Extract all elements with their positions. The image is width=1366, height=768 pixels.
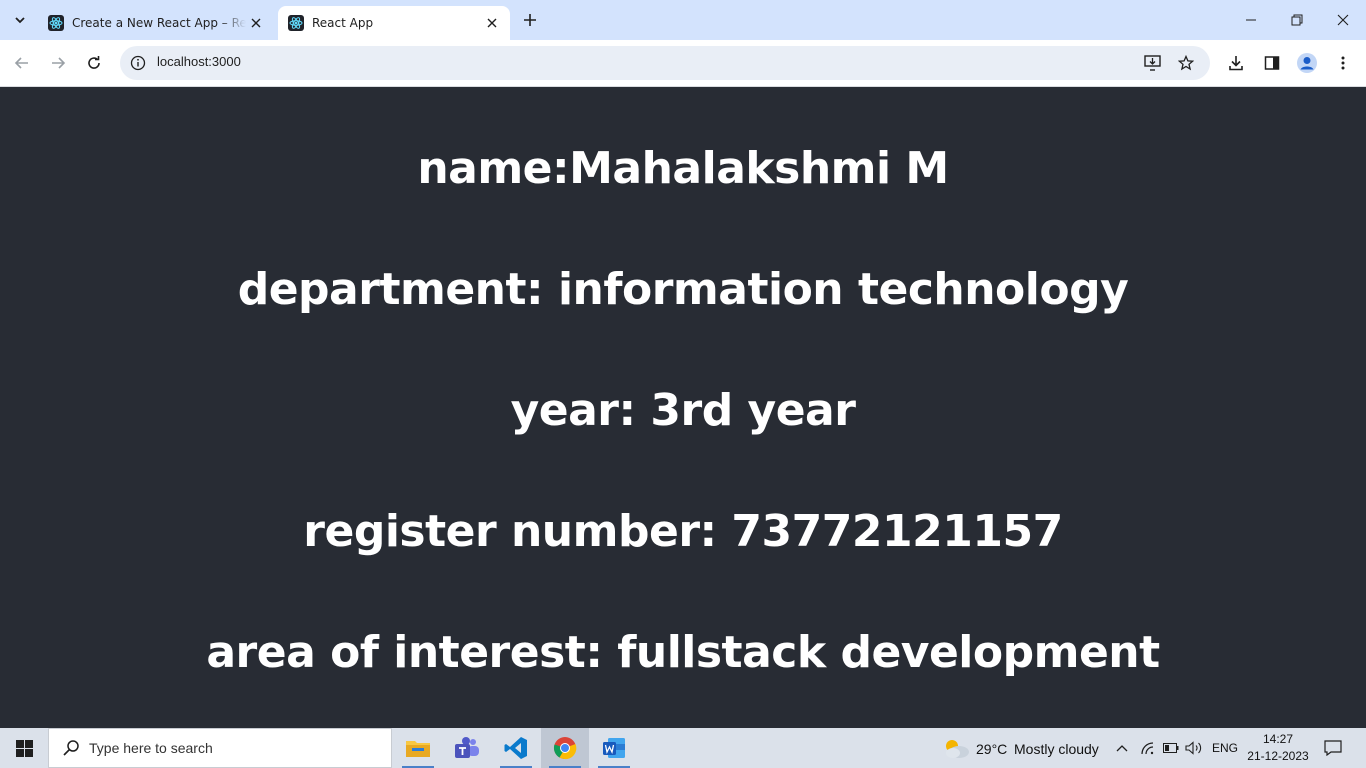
close-window-button[interactable]: [1320, 0, 1366, 40]
battery-icon: [1163, 743, 1179, 753]
wifi-icon: [1141, 742, 1154, 755]
notifications-button[interactable]: [1320, 736, 1346, 760]
department-heading: department: information technology: [237, 264, 1129, 315]
chrome-icon: [553, 737, 577, 760]
taskbar-teams[interactable]: [443, 728, 491, 768]
start-button[interactable]: [0, 728, 48, 768]
reload-button[interactable]: [79, 48, 109, 78]
speaker-icon: [1185, 741, 1202, 755]
more-vert-icon: [1341, 56, 1345, 70]
side-panel-icon: [1264, 56, 1280, 70]
menu-button[interactable]: [1328, 48, 1358, 78]
area-of-interest-heading: area of interest: fullstack development: [206, 627, 1160, 678]
language-indicator[interactable]: ENG: [1212, 741, 1238, 755]
teams-icon: [455, 737, 479, 758]
register-number-heading: register number: 73772121157: [303, 506, 1063, 557]
avatar-icon: [1297, 53, 1317, 73]
restore-icon: [1291, 14, 1303, 26]
close-icon[interactable]: [482, 13, 502, 33]
vscode-icon: [504, 737, 527, 759]
search-placeholder: Type here to search: [89, 740, 213, 756]
show-hidden-icons-button[interactable]: [1112, 738, 1132, 758]
weather-temperature: 29°C: [976, 741, 1008, 757]
taskbar-vscode[interactable]: [492, 728, 540, 768]
name-heading: name:Mahalakshmi M: [417, 143, 949, 194]
year-heading: year: 3rd year: [510, 385, 856, 436]
chevron-up-icon: [1116, 745, 1128, 752]
taskbar-file-explorer[interactable]: [394, 728, 442, 768]
minimize-button[interactable]: [1228, 0, 1274, 40]
tab-title: React App: [312, 16, 374, 30]
taskbar-search-box[interactable]: Type here to search: [48, 728, 392, 768]
tab-create-react-app[interactable]: Create a New React App – React: [38, 6, 274, 40]
arrow-left-icon: [14, 57, 28, 69]
volume-button[interactable]: [1184, 738, 1204, 758]
weather-description: Mostly cloudy: [1014, 741, 1099, 757]
react-logo-icon: [288, 15, 304, 31]
profile-button[interactable]: [1292, 48, 1322, 78]
word-icon: [603, 738, 625, 758]
tab-react-app[interactable]: React App: [278, 6, 510, 40]
taskbar-chrome[interactable]: [541, 728, 589, 768]
tab-strip: Create a New React App – React React App: [0, 0, 1366, 40]
bookmark-star-icon[interactable]: [1175, 52, 1197, 74]
arrow-right-icon: [52, 57, 66, 69]
taskbar: Type here to search 29°C Mostly cloudy E…: [0, 728, 1366, 768]
new-tab-button[interactable]: [518, 8, 542, 32]
back-button[interactable]: [7, 48, 37, 78]
address-bar[interactable]: localhost:3000: [120, 46, 1210, 80]
page-content: name:Mahalakshmi M department: informati…: [0, 88, 1366, 728]
close-icon: [1337, 14, 1349, 26]
react-logo-icon: [48, 15, 64, 31]
download-icon: [1229, 56, 1243, 71]
folder-icon: [406, 741, 430, 757]
taskbar-word[interactable]: [590, 728, 638, 768]
side-panel-button[interactable]: [1257, 48, 1287, 78]
forward-button[interactable]: [43, 48, 73, 78]
clock-time: 14:27: [1262, 732, 1294, 746]
battery-button[interactable]: [1161, 738, 1181, 758]
network-button[interactable]: [1138, 738, 1158, 758]
tab-title: Create a New React App – React: [72, 16, 246, 30]
cloudy-weather-icon: [946, 740, 969, 758]
chevron-down-icon: [15, 17, 25, 24]
reload-icon: [88, 56, 100, 69]
windows-logo-icon: [15, 739, 33, 757]
restore-button[interactable]: [1274, 0, 1320, 40]
minimize-icon: [1246, 19, 1256, 21]
downloads-button[interactable]: [1221, 48, 1251, 78]
search-icon: [61, 738, 81, 758]
url-text: localhost:3000: [157, 54, 241, 69]
close-icon[interactable]: [246, 13, 266, 33]
site-info-icon[interactable]: [128, 53, 148, 73]
plus-icon: [524, 14, 536, 26]
weather-widget[interactable]: 29°C Mostly cloudy: [940, 728, 1105, 768]
clock-date: 21-12-2023: [1247, 749, 1309, 763]
browser-toolbar: localhost:3000: [0, 40, 1366, 87]
clock[interactable]: 14:27 21-12-2023: [1244, 728, 1312, 768]
tab-search-button[interactable]: [7, 7, 33, 33]
notification-icon: [1324, 740, 1342, 756]
install-app-icon[interactable]: [1142, 52, 1164, 74]
